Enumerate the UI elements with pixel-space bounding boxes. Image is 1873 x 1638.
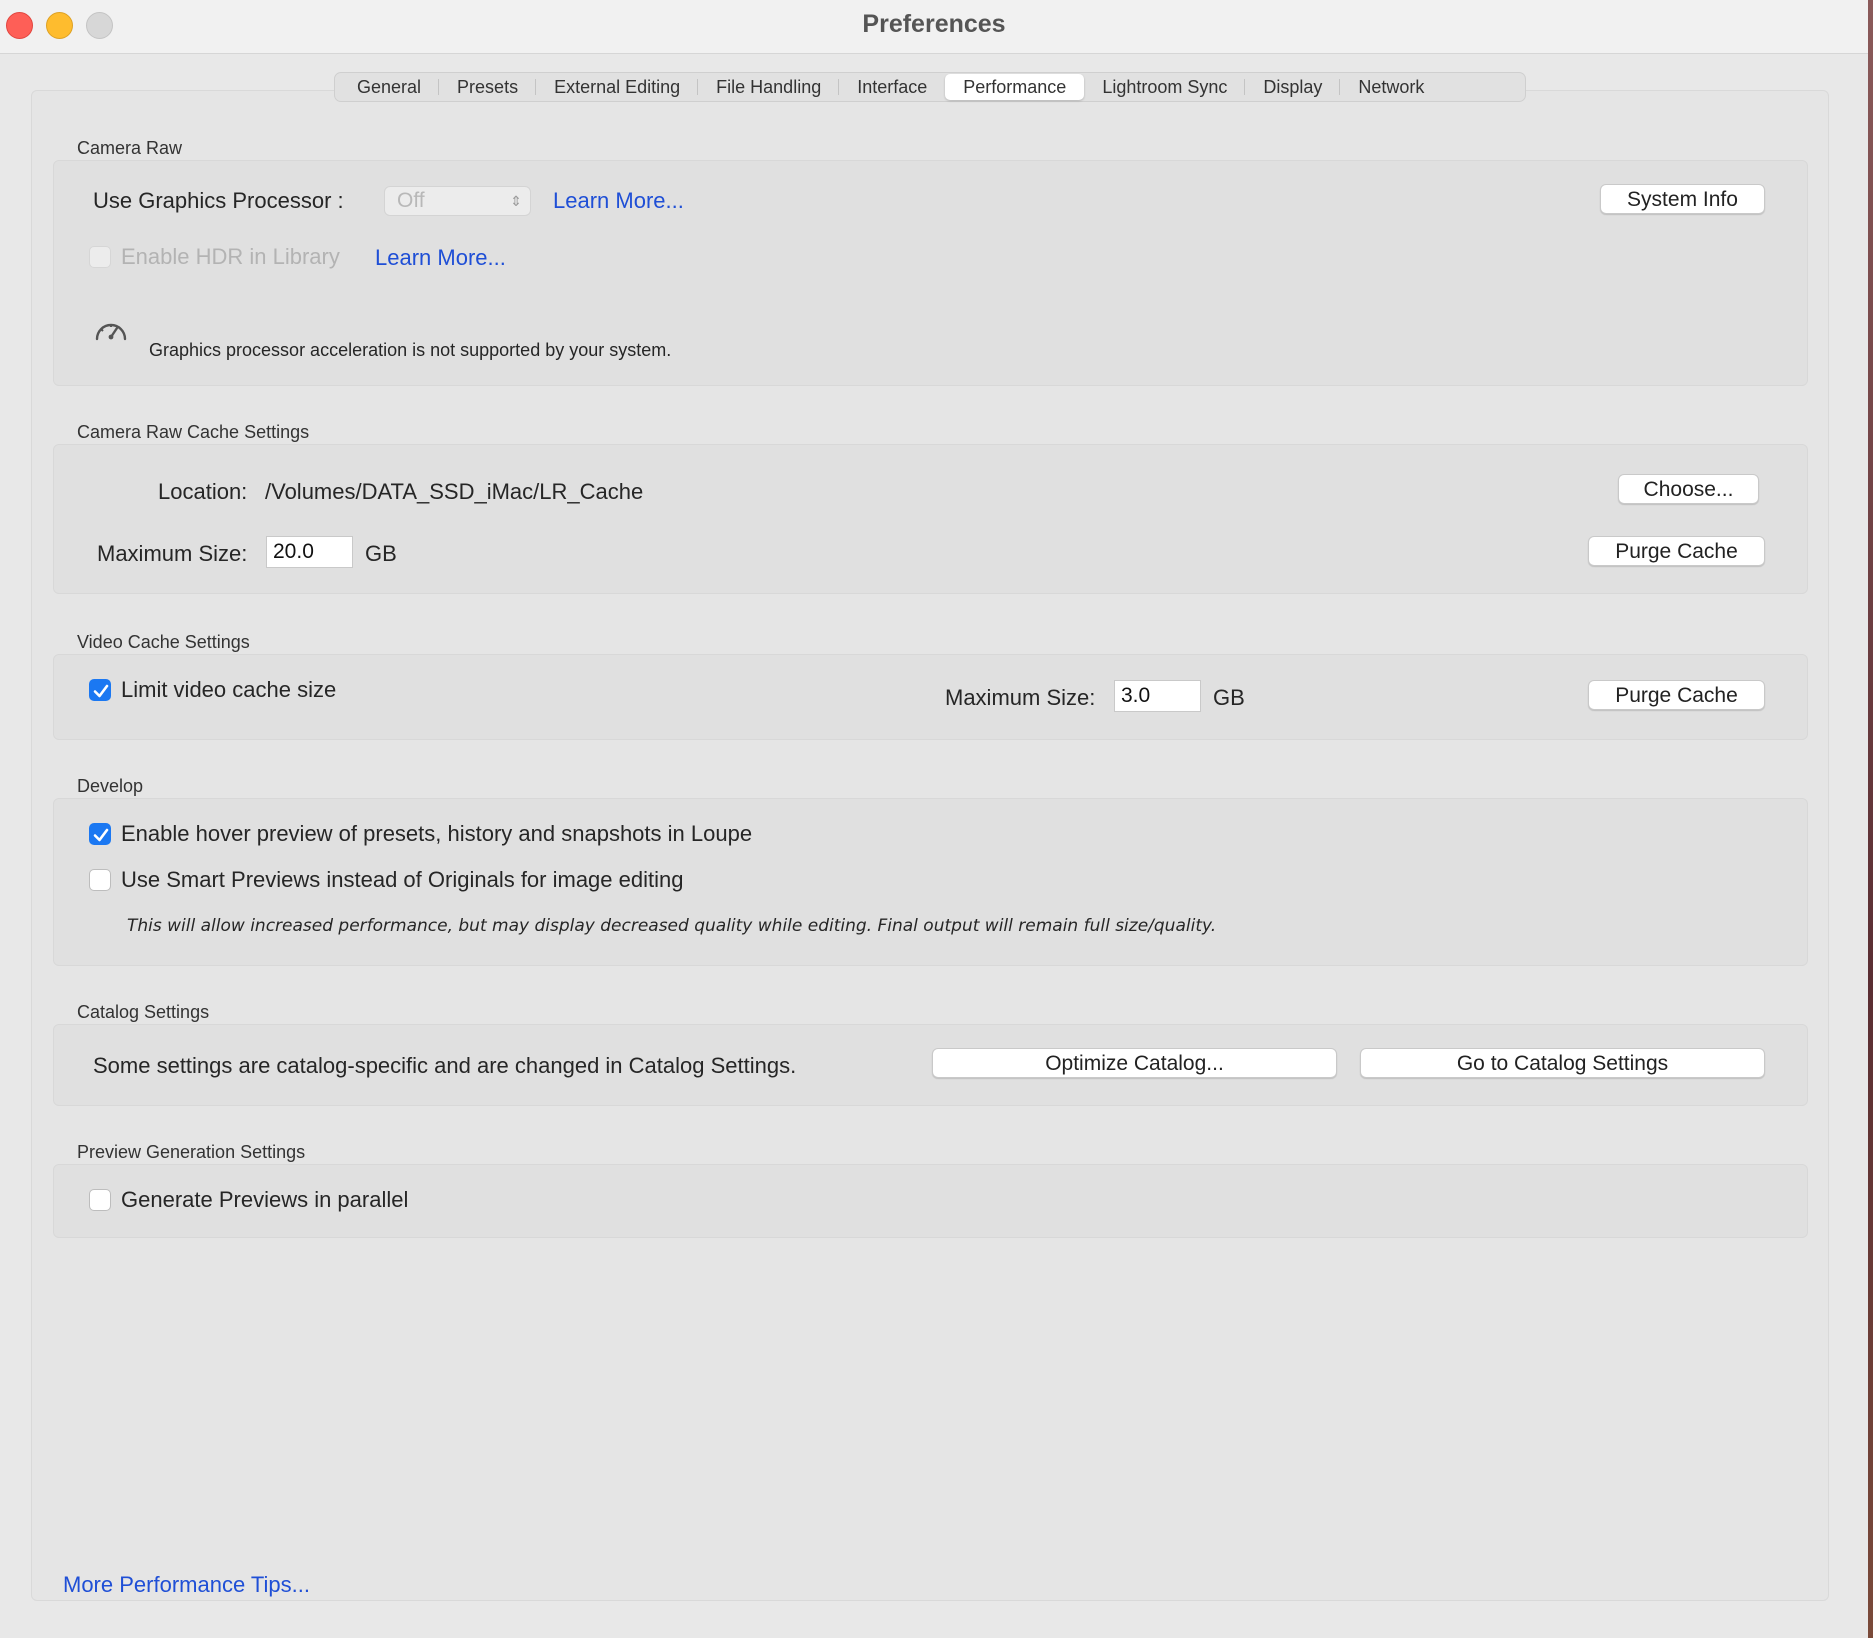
checkmark-icon: [93, 684, 109, 698]
tab-general[interactable]: General: [339, 74, 440, 100]
system-info-button[interactable]: System Info: [1600, 184, 1765, 214]
section-heading-camera-raw: Camera Raw: [77, 138, 183, 158]
checkmark-icon: [93, 828, 109, 842]
smart-previews-checkbox[interactable]: [89, 869, 111, 891]
gpu-notice-text: Graphics processor acceleration is not s…: [149, 340, 672, 360]
hover-preview-checkbox[interactable]: [89, 823, 111, 845]
tab-bar: General Presets External Editing File Handl…: [334, 72, 1526, 102]
more-performance-tips-link[interactable]: More Performance Tips...: [63, 1572, 310, 1598]
gpu-label: Use Graphics Processor :: [93, 188, 344, 213]
purge-cache-button[interactable]: Purge Cache: [1588, 536, 1765, 566]
tab-external-editing[interactable]: External Editing: [536, 74, 699, 100]
cache-location-value: /Volumes/DATA_SSD_iMac/LR_Cache: [265, 479, 644, 504]
optimize-catalog-button[interactable]: Optimize Catalog...: [932, 1048, 1337, 1078]
preferences-window: Preferences General Presets External Editi…: [0, 0, 1868, 1638]
enable-hdr-checkbox[interactable]: [89, 246, 111, 268]
window-title: Preferences: [862, 10, 1006, 38]
gpu-select[interactable]: Off ⇕: [384, 186, 531, 216]
title-bar: Preferences: [0, 0, 1868, 54]
video-cache-unit: GB: [1213, 685, 1245, 710]
tab-interface[interactable]: Interface: [839, 74, 945, 100]
updown-chevron-icon: ⇕: [510, 193, 522, 209]
parallel-previews-label: Generate Previews in parallel: [121, 1187, 409, 1212]
section-heading-cache: Camera Raw Cache Settings: [77, 422, 310, 442]
hover-preview-label: Enable hover preview of presets, history…: [121, 821, 753, 846]
speedometer-icon: [93, 315, 129, 347]
gpu-learn-more-link[interactable]: Learn More...: [553, 188, 684, 214]
tab-network[interactable]: Network: [1340, 74, 1442, 100]
catalog-info-text: Some settings are catalog-specific and a…: [93, 1053, 797, 1078]
limit-video-cache-checkbox[interactable]: [89, 679, 111, 701]
section-heading-video-cache: Video Cache Settings: [77, 632, 250, 652]
cache-unit: GB: [365, 541, 397, 566]
smart-previews-label: Use Smart Previews instead of Originals …: [121, 867, 684, 892]
section-heading-preview-generation: Preview Generation Settings: [77, 1142, 306, 1162]
parallel-previews-checkbox[interactable]: [89, 1189, 111, 1211]
enable-hdr-label: Enable HDR in Library: [121, 244, 340, 269]
purge-video-cache-button[interactable]: Purge Cache: [1588, 680, 1765, 710]
smart-previews-note: This will allow increased performance, b…: [127, 916, 1217, 936]
tab-display[interactable]: Display: [1245, 74, 1341, 100]
choose-cache-location-button[interactable]: Choose...: [1618, 474, 1759, 504]
tab-presets[interactable]: Presets: [439, 74, 537, 100]
tab-lightroom-sync[interactable]: Lightroom Sync: [1084, 74, 1246, 100]
desktop-background: [1868, 0, 1873, 1638]
cache-max-size-label: Maximum Size:: [97, 541, 248, 566]
tab-performance[interactable]: Performance: [945, 74, 1085, 100]
section-heading-catalog: Catalog Settings: [77, 1002, 210, 1022]
hdr-learn-more-link[interactable]: Learn More...: [375, 245, 506, 271]
gpu-select-value: Off: [397, 189, 425, 212]
cache-max-size-input[interactable]: 20.0: [266, 536, 353, 568]
video-max-size-input[interactable]: 3.0: [1114, 680, 1201, 712]
tab-file-handling[interactable]: File Handling: [698, 74, 840, 100]
cache-group: [53, 444, 1808, 594]
video-max-size-label: Maximum Size:: [945, 685, 1096, 710]
go-to-catalog-settings-button[interactable]: Go to Catalog Settings: [1360, 1048, 1765, 1078]
limit-video-cache-label: Limit video cache size: [121, 677, 337, 702]
section-heading-develop: Develop: [77, 776, 144, 796]
cache-location-label: Location:: [158, 479, 248, 504]
